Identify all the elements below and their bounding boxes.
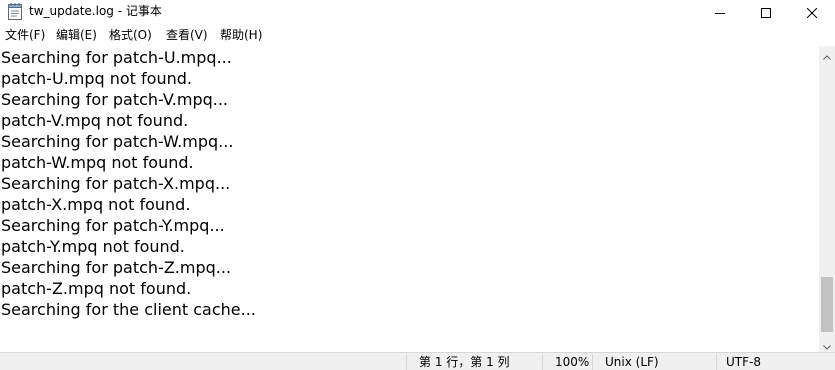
status-divider <box>542 354 543 370</box>
log-line: Searching for patch-Y.mpq... <box>1 216 225 235</box>
status-divider <box>716 354 717 370</box>
log-line: Searching for patch-W.mpq... <box>1 132 234 151</box>
log-line: patch-X.mpq not found. <box>1 195 191 214</box>
menu-file[interactable]: 文件(F) <box>5 28 45 43</box>
zoom-level: 100% <box>555 355 590 369</box>
chevron-up-icon <box>823 45 831 64</box>
close-button[interactable] <box>789 0 835 24</box>
text-editor[interactable]: Searching for patch-U.mpq... patch-U.mpq… <box>0 46 819 352</box>
log-line: patch-U.mpq not found. <box>1 69 192 88</box>
close-icon <box>806 3 818 22</box>
window-title: tw_update.log - 记事本 <box>29 4 162 18</box>
maximize-icon <box>761 3 771 22</box>
menu-format[interactable]: 格式(O) <box>109 28 152 43</box>
log-line: patch-Z.mpq not found. <box>1 279 192 298</box>
menu-bar: 文件(F) 编辑(E) 格式(O) 查看(V) 帮助(H) <box>0 24 835 46</box>
cursor-position: 第 1 行，第 1 列 <box>419 355 510 369</box>
maximize-button[interactable] <box>743 0 789 24</box>
minimize-icon <box>715 3 725 22</box>
minimize-button[interactable] <box>697 0 743 24</box>
menu-help[interactable]: 帮助(H) <box>220 28 262 43</box>
menu-edit[interactable]: 编辑(E) <box>56 28 97 43</box>
encoding: UTF-8 <box>726 355 761 369</box>
log-line: Searching for patch-X.mpq... <box>1 174 231 193</box>
status-bar: 第 1 行，第 1 列 100% Unix (LF) UTF-8 <box>0 352 835 370</box>
scroll-thumb[interactable] <box>821 277 833 332</box>
log-line: Searching for patch-V.mpq... <box>1 90 229 109</box>
vertical-scrollbar[interactable] <box>819 46 835 352</box>
line-ending: Unix (LF) <box>605 355 659 369</box>
log-line: Searching for the client cache... <box>1 300 256 319</box>
notepad-icon <box>8 3 22 20</box>
chevron-down-icon <box>823 335 831 354</box>
log-line: patch-Y.mpq not found. <box>1 237 185 256</box>
log-line: patch-V.mpq not found. <box>1 111 189 130</box>
log-line: Searching for patch-Z.mpq... <box>1 258 232 277</box>
status-divider <box>592 354 593 370</box>
log-line: Searching for patch-U.mpq... <box>1 48 232 67</box>
scroll-up-button[interactable] <box>819 46 835 62</box>
status-divider <box>406 354 407 370</box>
log-line: patch-W.mpq not found. <box>1 153 194 172</box>
menu-view[interactable]: 查看(V) <box>166 28 208 43</box>
title-bar[interactable]: tw_update.log - 记事本 <box>0 0 835 24</box>
scroll-down-button[interactable] <box>819 336 835 352</box>
